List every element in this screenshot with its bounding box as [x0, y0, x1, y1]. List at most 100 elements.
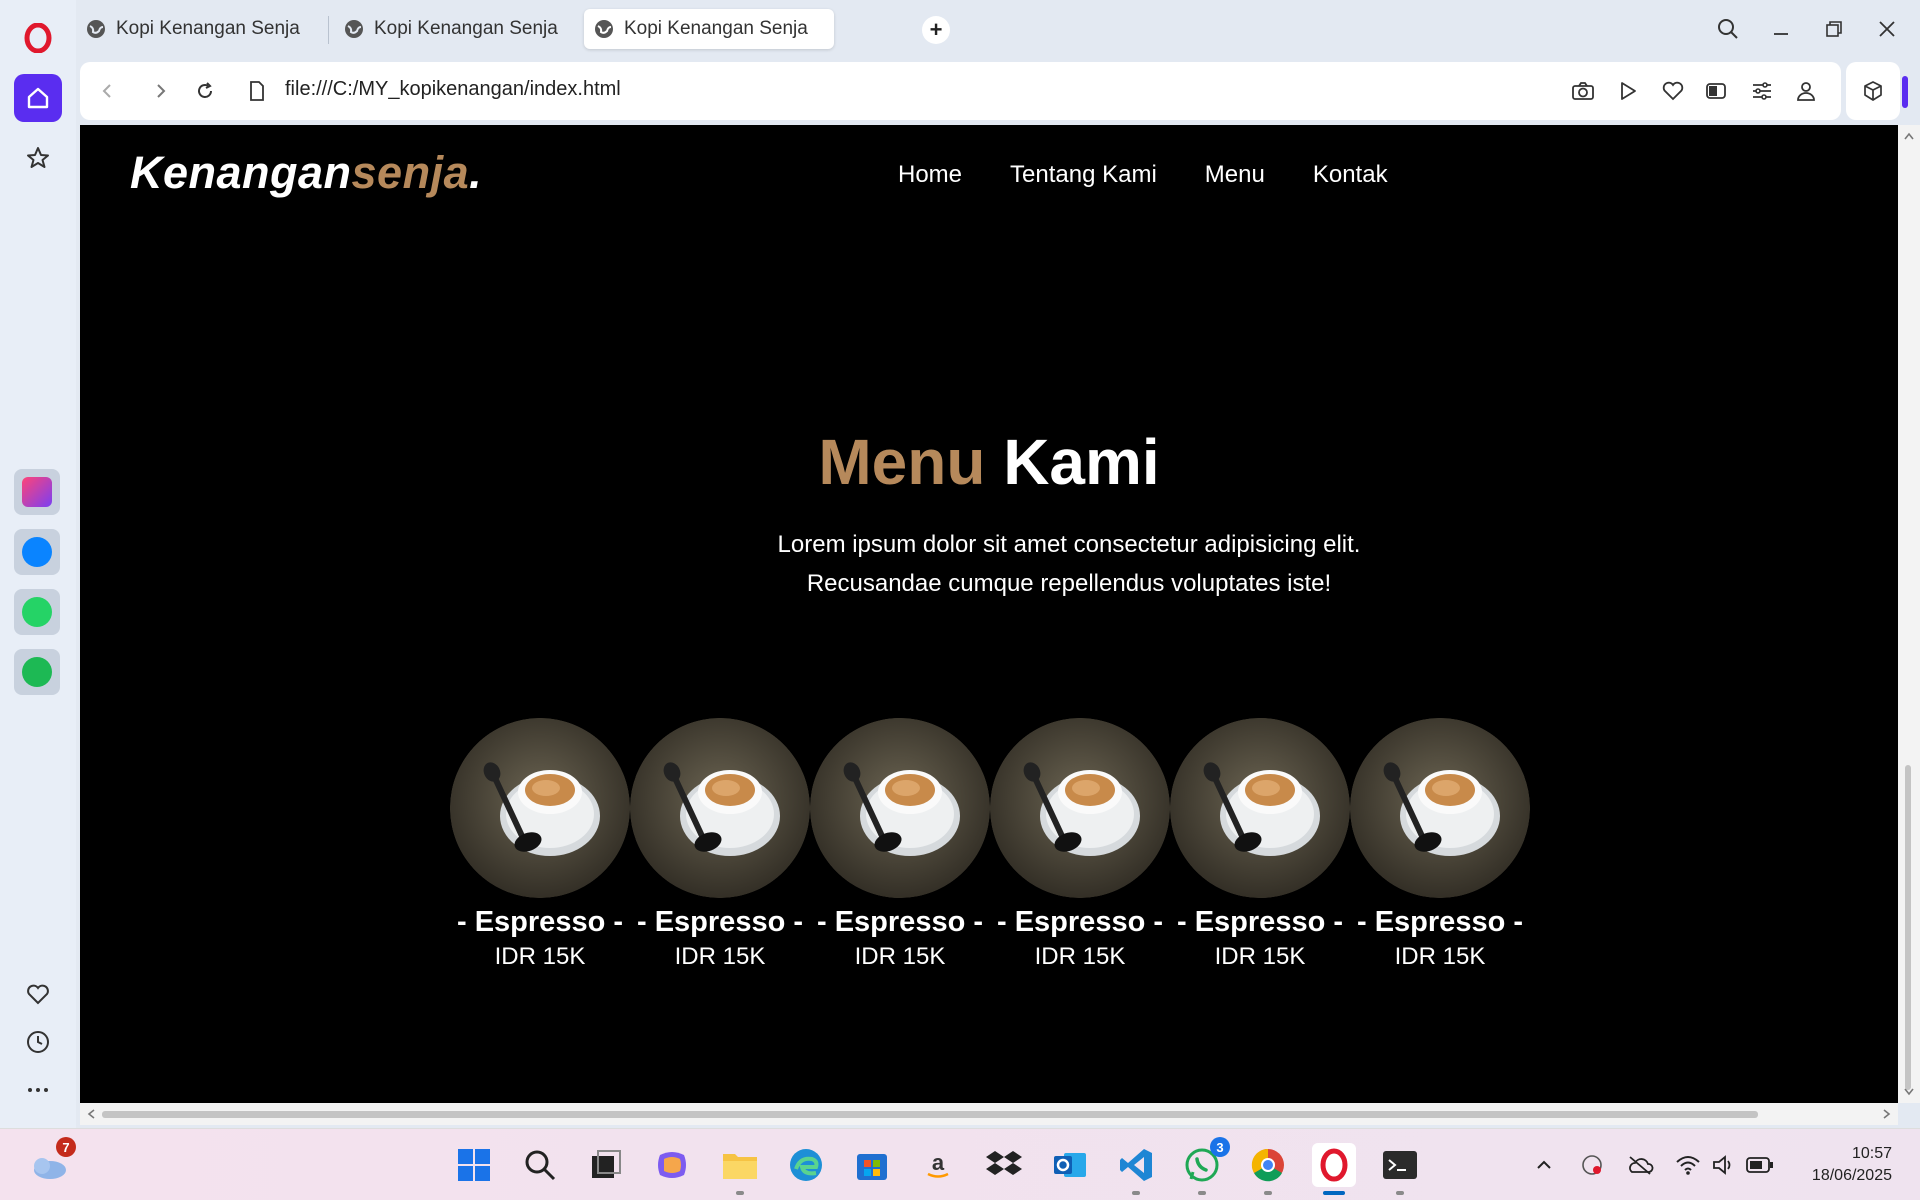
subtitle-line-2: Recusandae cumque repellendus voluptates…	[806, 570, 1332, 597]
chevron-up-icon[interactable]	[1522, 1143, 1566, 1187]
espresso-image	[810, 718, 990, 898]
amazon-icon[interactable]: a	[916, 1143, 960, 1187]
tab-bar: Kopi Kenangan Senja Kopi Kenangan Senja …	[76, 0, 1920, 58]
whatsapp-badge: 3	[1210, 1137, 1230, 1157]
outlook-icon[interactable]	[1048, 1143, 1092, 1187]
reload-icon[interactable]	[190, 76, 220, 106]
easy-setup-icon[interactable]	[1747, 76, 1777, 106]
search-tabs-icon[interactable]	[1711, 12, 1745, 46]
brand-logo[interactable]: Kenangansenja.	[130, 147, 482, 199]
vertical-scroll-thumb[interactable]	[1905, 765, 1911, 1090]
network-activity-icon[interactable]	[1570, 1143, 1614, 1187]
globe-icon	[595, 20, 613, 38]
menu-card[interactable]: - Espresso - IDR 15K	[1170, 718, 1350, 971]
menu-item-name: - Espresso -	[1177, 906, 1343, 938]
forward-icon[interactable]	[146, 76, 176, 106]
globe-icon	[345, 20, 363, 38]
espresso-image	[1350, 718, 1530, 898]
new-tab-button[interactable]: +	[922, 16, 950, 44]
running-indicator	[736, 1191, 744, 1195]
extensions-box	[1846, 62, 1908, 120]
heart-icon[interactable]	[1658, 76, 1688, 106]
onedrive-icon[interactable]	[1618, 1143, 1662, 1187]
active-indicator	[1323, 1191, 1345, 1195]
tab-divider	[328, 16, 329, 44]
star-icon[interactable]	[14, 134, 62, 182]
tab-1[interactable]: Kopi Kenangan Senja	[76, 9, 310, 49]
menu-card[interactable]: - Espresso - IDR 15K	[810, 718, 990, 971]
terminal-icon[interactable]	[1378, 1143, 1422, 1195]
spotify-icon[interactable]	[14, 649, 60, 695]
start-icon[interactable]	[452, 1143, 496, 1187]
espresso-image	[990, 718, 1170, 898]
chrome-icon[interactable]	[1246, 1143, 1290, 1195]
horizontal-scroll-thumb[interactable]	[102, 1111, 1758, 1118]
weather-icon[interactable]: 7	[26, 1137, 76, 1187]
play-icon[interactable]	[1613, 76, 1643, 106]
home-icon[interactable]	[14, 74, 62, 122]
opera-logo-icon[interactable]	[14, 14, 62, 62]
dropbox-icon[interactable]	[982, 1143, 1026, 1187]
store-icon[interactable]	[850, 1143, 894, 1187]
battery-saver-icon[interactable]	[1702, 76, 1732, 106]
address-bar: file:///C:/MY_kopikenangan/index.html	[80, 62, 1841, 120]
copilot-icon[interactable]	[650, 1143, 694, 1187]
extensions-cube-icon[interactable]	[1858, 76, 1888, 106]
menu-item-price: IDR 15K	[674, 943, 766, 970]
edge-icon[interactable]	[784, 1143, 828, 1187]
brand-main: Kenangan	[130, 147, 352, 198]
file-explorer-icon[interactable]	[718, 1143, 762, 1195]
url-field[interactable]: file:///C:/MY_kopikenangan/index.html	[285, 78, 621, 101]
whatsapp-icon[interactable]	[14, 589, 60, 635]
search-icon[interactable]	[518, 1143, 562, 1187]
sidebar-toggle[interactable]	[1902, 76, 1908, 108]
menu-card[interactable]: - Espresso - IDR 15K	[450, 718, 630, 971]
brand-dot: .	[469, 147, 483, 198]
opera-taskbar-icon[interactable]	[1312, 1143, 1356, 1195]
close-icon[interactable]	[1870, 12, 1904, 46]
messenger-icon[interactable]	[14, 529, 60, 575]
menu-item-price: IDR 15K	[1034, 943, 1126, 970]
nav-home[interactable]: Home	[898, 161, 962, 189]
menu-item-price: IDR 15K	[494, 943, 586, 970]
subtitle-line-1: Lorem ipsum dolor sit amet consectetur a…	[777, 531, 1361, 558]
whatsapp-taskbar-icon[interactable]: 3	[1180, 1137, 1230, 1195]
windows-taskbar: 7 a 3 10:57 18/06/2025	[0, 1128, 1920, 1200]
system-clock[interactable]: 10:57 18/06/2025	[1812, 1143, 1892, 1187]
vertical-scrollbar[interactable]	[1898, 125, 1920, 1103]
horizontal-scrollbar[interactable]	[80, 1103, 1898, 1125]
clock-time: 10:57	[1851, 1145, 1892, 1162]
clock-date: 18/06/2025	[1811, 1167, 1892, 1184]
menu-card[interactable]: - Espresso - IDR 15K	[1350, 718, 1530, 971]
profile-icon[interactable]	[1791, 76, 1821, 106]
weather-badge: 7	[56, 1137, 76, 1157]
tab-3-active[interactable]: Kopi Kenangan Senja	[584, 9, 834, 49]
more-icon[interactable]	[14, 1066, 62, 1114]
back-icon[interactable]	[92, 76, 122, 106]
menu-item-price: IDR 15K	[1214, 943, 1306, 970]
aria-app-icon[interactable]	[14, 469, 60, 515]
camera-icon[interactable]	[1568, 76, 1598, 106]
menu-card[interactable]: - Espresso - IDR 15K	[990, 718, 1170, 971]
tab-2[interactable]: Kopi Kenangan Senja	[334, 9, 568, 49]
task-view-icon[interactable]	[584, 1143, 628, 1187]
main-nav: Home Tentang Kami Menu Kontak	[898, 161, 1388, 189]
nav-kontak[interactable]: Kontak	[1313, 161, 1388, 189]
section-subtitle: Lorem ipsum dolor sit amet consectetur a…	[650, 525, 1488, 603]
nav-tentang-kami[interactable]: Tentang Kami	[1010, 161, 1157, 189]
vscode-icon[interactable]	[1114, 1143, 1158, 1195]
nav-menu[interactable]: Menu	[1205, 161, 1265, 189]
section-title: Menu Kami	[80, 425, 1898, 499]
file-icon	[242, 76, 272, 106]
menu-item-name: - Espresso -	[457, 906, 623, 938]
running-indicator	[1198, 1191, 1206, 1195]
minimize-icon[interactable]	[1764, 12, 1798, 46]
restore-icon[interactable]	[1817, 12, 1851, 46]
history-icon[interactable]	[14, 1018, 62, 1066]
running-indicator	[1396, 1191, 1404, 1195]
battery-icon[interactable]	[1738, 1143, 1782, 1187]
heart-icon[interactable]	[14, 970, 62, 1018]
menu-card[interactable]: - Espresso - IDR 15K	[630, 718, 810, 971]
tab-title: Kopi Kenangan Senja	[116, 18, 300, 39]
menu-list: - Espresso - IDR 15K - Espresso - IDR 15K - …	[450, 718, 1530, 971]
